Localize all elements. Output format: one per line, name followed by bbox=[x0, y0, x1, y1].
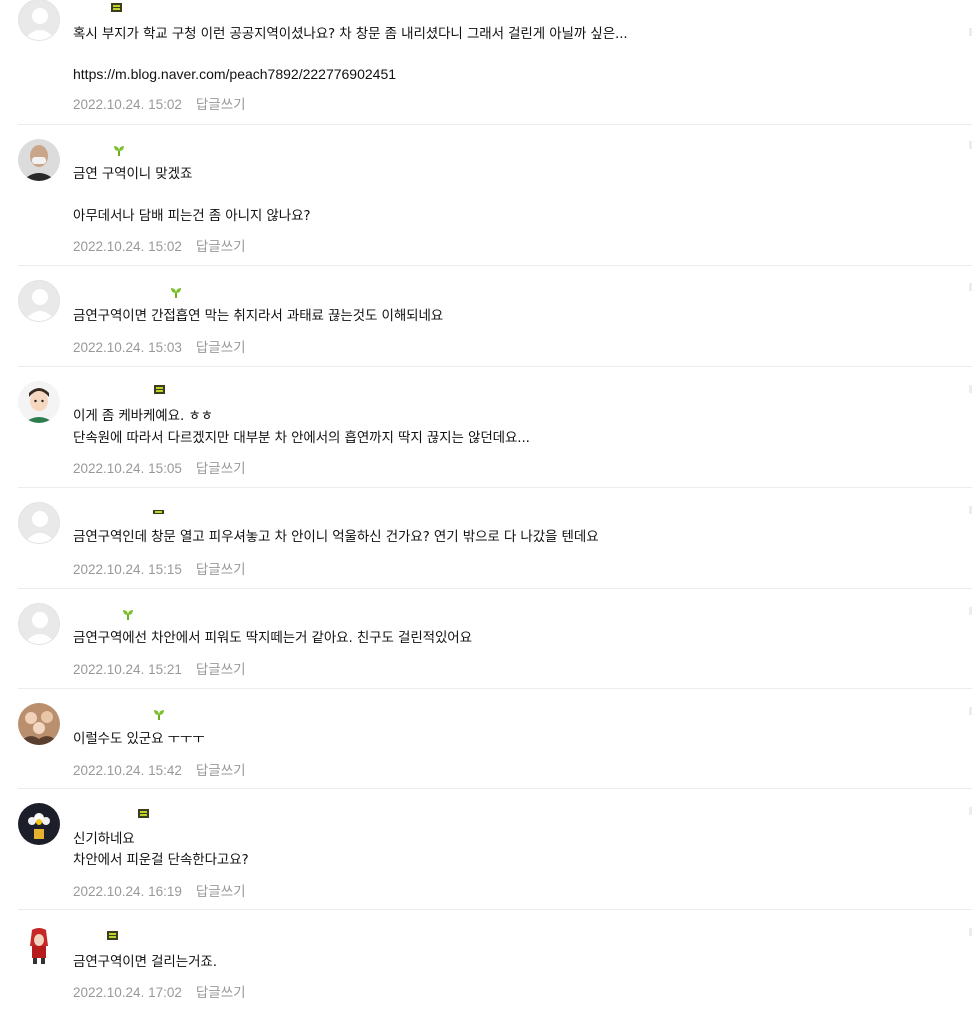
default-avatar-icon[interactable] bbox=[18, 280, 60, 322]
comment-item: 이게 좀 케바케예요. ㅎㅎ 단속원에 따라서 다르겠지만 대부분 차 안에서의… bbox=[18, 367, 972, 488]
red-character-avatar[interactable] bbox=[18, 924, 60, 966]
group-photo-avatar[interactable] bbox=[18, 703, 60, 745]
comment-date: 2022.10.24. 15:03 bbox=[73, 340, 182, 355]
comment-text: 아무데서나 담배 피는건 좀 아니지 않나요? bbox=[73, 208, 311, 224]
reply-button[interactable]: 답글쓰기 bbox=[196, 985, 246, 1000]
comment-item: 금연구역이면 걸리는거죠. 2022.10.24. 17:02 답글쓰기 bbox=[18, 910, 972, 1029]
comment-text: 단속원에 따라서 다르겠지만 대부분 차 안에서의 흡연까지 딱지 끊지는 않던… bbox=[73, 430, 530, 446]
comment-item: 금연구역에선 차안에서 피워도 딱지떼는거 같아요. 친구도 걸린적있어요 20… bbox=[18, 589, 972, 689]
comment-text: 금연구역이면 간접흡연 막는 취지라서 과태료 끊는것도 이해되네요 bbox=[73, 308, 444, 324]
comment-item: 이럴수도 있군요 ㅜㅜㅜ 2022.10.24. 15:42 답글쓰기 bbox=[18, 689, 972, 789]
comment-meta: 2022.10.24. 15:21 답글쓰기 bbox=[73, 658, 246, 678]
reply-button[interactable]: 답글쓰기 bbox=[196, 461, 246, 476]
comment-item: 금연구역이면 간접흡연 막는 취지라서 과태료 끊는것도 이해되네요 2022.… bbox=[18, 266, 972, 367]
comment-meta: 2022.10.24. 17:02 답글쓰기 bbox=[73, 981, 246, 1001]
comment-text: 이게 좀 케바케예요. ㅎㅎ bbox=[73, 408, 213, 424]
comment-date: 2022.10.24. 16:19 bbox=[73, 884, 182, 899]
comment-item: 신기하네요 차안에서 피운걸 단속한다고요? 2022.10.24. 16:19… bbox=[18, 789, 972, 910]
comment-text: 금연구역인데 창문 열고 피우셔놓고 차 안이니 억울하신 건가요? 연기 밖으… bbox=[73, 529, 599, 545]
comment-link[interactable]: https://m.blog.naver.com/peach7892/22277… bbox=[73, 66, 396, 82]
cartoon-boy-avatar[interactable] bbox=[18, 381, 60, 423]
comment-item: 금연구역인데 창문 열고 피우셔놓고 차 안이니 억울하신 건가요? 연기 밖으… bbox=[18, 488, 972, 589]
sprout-badge-icon bbox=[122, 606, 134, 620]
reply-button[interactable]: 답글쓰기 bbox=[196, 340, 246, 355]
comment-text: 금연구역이면 걸리는거죠. bbox=[73, 954, 217, 970]
comment-date: 2022.10.24. 15:15 bbox=[73, 562, 182, 577]
comment-meta: 2022.10.24. 15:15 답글쓰기 bbox=[73, 558, 246, 578]
default-avatar-icon[interactable] bbox=[18, 0, 60, 41]
comment-meta: 2022.10.24. 16:19 답글쓰기 bbox=[73, 880, 246, 900]
comment-text: 금연구역에선 차안에서 피워도 딱지떼는거 같아요. 친구도 걸린적있어요 bbox=[73, 630, 472, 646]
reply-button[interactable]: 답글쓰기 bbox=[196, 97, 246, 112]
level-badge-icon bbox=[153, 510, 164, 514]
comment-date: 2022.10.24. 15:02 bbox=[73, 97, 182, 112]
comment-date: 2022.10.24. 17:02 bbox=[73, 985, 182, 1000]
comment-item: 금연 구역이니 맞겠죠 아무데서나 담배 피는건 좀 아니지 않나요? 2022… bbox=[18, 125, 972, 266]
sprout-badge-icon bbox=[113, 142, 125, 156]
level-badge-icon bbox=[111, 3, 122, 12]
sprout-badge-icon bbox=[153, 706, 165, 720]
reply-button[interactable]: 답글쓰기 bbox=[196, 884, 246, 899]
comment-text: 혹시 부지가 학교 구청 이런 공공지역이셨나요? 차 창문 좀 내리셨다니 그… bbox=[73, 26, 628, 42]
level-badge-icon bbox=[107, 931, 118, 940]
comment-text: 차안에서 피운걸 단속한다고요? bbox=[73, 852, 249, 868]
comment-date: 2022.10.24. 15:21 bbox=[73, 662, 182, 677]
sprout-badge-icon bbox=[170, 284, 182, 298]
comment-meta: 2022.10.24. 15:03 답글쓰기 bbox=[73, 336, 246, 356]
comment-meta: 2022.10.24. 15:05 답글쓰기 bbox=[73, 457, 246, 477]
comment-meta: 2022.10.24. 15:02 답글쓰기 bbox=[73, 93, 246, 113]
comment-date: 2022.10.24. 15:02 bbox=[73, 239, 182, 254]
default-avatar-icon[interactable] bbox=[18, 502, 60, 544]
comment-date: 2022.10.24. 15:05 bbox=[73, 461, 182, 476]
bald-man-avatar[interactable] bbox=[18, 139, 60, 181]
reply-button[interactable]: 답글쓰기 bbox=[196, 562, 246, 577]
level-badge-icon bbox=[154, 385, 165, 394]
comment-text: 금연 구역이니 맞겠죠 bbox=[73, 166, 193, 182]
reply-button[interactable]: 답글쓰기 bbox=[196, 763, 246, 778]
comment-meta: 2022.10.24. 15:42 답글쓰기 bbox=[73, 759, 246, 779]
level-badge-icon bbox=[138, 809, 149, 818]
comment-text: 이럴수도 있군요 ㅜㅜㅜ bbox=[73, 731, 205, 747]
comment-item: 혹시 부지가 학교 구청 이런 공공지역이셨나요? 차 창문 좀 내리셨다니 그… bbox=[18, 0, 972, 125]
default-avatar-icon[interactable] bbox=[18, 603, 60, 645]
comment-text: 신기하네요 bbox=[73, 831, 135, 847]
comment-meta: 2022.10.24. 15:02 답글쓰기 bbox=[73, 235, 246, 255]
flower-avatar[interactable] bbox=[18, 803, 60, 845]
reply-button[interactable]: 답글쓰기 bbox=[196, 662, 246, 677]
reply-button[interactable]: 답글쓰기 bbox=[196, 239, 246, 254]
comment-date: 2022.10.24. 15:42 bbox=[73, 763, 182, 778]
